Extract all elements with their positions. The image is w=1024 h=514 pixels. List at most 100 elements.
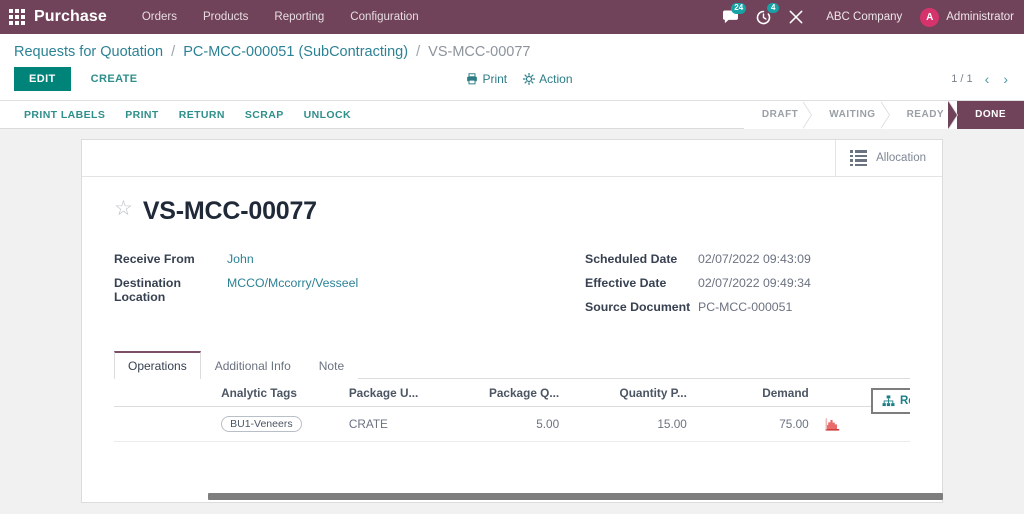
field-label-receive-from: Receive From [114,252,227,266]
status-stage-done[interactable]: DONE [957,101,1024,129]
page-title: VS-MCC-00077 [143,197,317,226]
field-label-destination-location: Destination Location [114,276,227,304]
menu-item-configuration[interactable]: Configuration [337,5,431,29]
column-analytic-account[interactable]: nalytic A... [114,379,213,407]
column-demand[interactable]: Demand [695,379,817,407]
cell-quantity-packed[interactable]: 15.00 [567,407,695,442]
breadcrumb-parent[interactable]: PC-MCC-000051 (SubContracting) [183,44,408,60]
cell-package-quantity[interactable]: 5.00 [451,407,567,442]
activities-badge: 4 [767,3,779,14]
cell-demand[interactable]: 75.00 [695,407,817,442]
field-destination-location: Destination Location MCCO/Mccorry/Vessee… [114,276,512,304]
unlock-button[interactable]: UNLOCK [294,105,361,125]
top-navbar: Purchase Orders Products Reporting Confi… [0,0,1024,34]
return-button[interactable]: RETURN [169,105,235,125]
action-dropdown[interactable]: Action [523,72,572,86]
cell-forecast[interactable] [817,407,856,442]
gear-icon [523,73,535,85]
messages-badge: 24 [731,3,746,14]
field-scheduled-date: Scheduled Date 02/07/2022 09:43:09 [585,252,910,266]
form-fields: Receive From John Destination Location M… [114,252,910,324]
notebook: Operations Additional Info Note nalytic … [114,350,910,442]
cell-analytic-account[interactable]: U1 - CSUS [114,407,213,442]
field-value-effective-date: 02/07/2022 09:49:34 [698,276,811,290]
field-label-effective-date: Effective Date [585,276,698,290]
analytic-tag-pill: BU1-Veneers [221,416,301,432]
cell-analytic-tags[interactable]: BU1-Veneers [213,407,341,442]
pager: 1 / 1 ‹ › [951,71,1010,87]
tab-additional-info[interactable]: Additional Info [201,351,305,379]
edit-button[interactable]: EDIT [14,67,71,91]
print-dropdown[interactable]: Print [466,72,507,86]
field-value-destination-location[interactable]: MCCO/Mccorry/Vesseel [227,276,358,304]
user-menu[interactable]: A Administrator [916,8,1014,27]
column-package-unit[interactable]: Package U... [341,379,451,407]
sheet-body: ☆ VS-MCC-00077 Receive From John Destina… [82,177,942,502]
debug-tools-icon[interactable] [780,10,812,24]
menu-item-reporting[interactable]: Reporting [261,5,337,29]
pager-next-button[interactable]: › [1001,71,1010,87]
app-brand-purchase[interactable]: Purchase [34,8,107,26]
breadcrumb-current: VS-MCC-00077 [428,44,530,60]
control-panel-dropdowns: Print Action [466,72,572,86]
form-left-column: Receive From John Destination Location M… [114,252,512,324]
messages-icon[interactable]: 24 [714,10,747,24]
forecast-chart-icon [825,418,840,431]
notebook-tabs: Operations Additional Info Note [114,350,910,379]
control-panel-buttons: EDIT CREATE Print Action 1 / 1 ‹ [0,67,1024,100]
breadcrumb-root[interactable]: Requests for Quotation [14,44,163,60]
field-receive-from: Receive From John [114,252,512,266]
table-row[interactable]: U1 - CSUS BU1-Veneers CRATE 5.00 15.00 7… [114,407,910,442]
horizontal-scrollbar-track[interactable] [146,490,878,502]
register-components-button[interactable]: Register components for subcontracted pr… [871,388,910,414]
stat-button-label: Allocation [876,152,926,164]
breadcrumb-separator-1: / [171,44,175,60]
field-label-source-document: Source Document [585,300,698,314]
form-right-column: Scheduled Date 02/07/2022 09:43:09 Effec… [512,252,910,324]
pager-previous-button[interactable]: ‹ [983,71,992,87]
stat-button-allocation[interactable]: Allocation [835,140,942,176]
print-label: Print [482,72,507,86]
column-forecast [817,379,856,407]
main-menu: Orders Products Reporting Configuration [129,5,432,29]
column-quantity-packed[interactable]: Quantity P... [567,379,695,407]
horizontal-scrollbar-thumb[interactable] [208,493,943,500]
register-components-label: Register components for subcontracted pr… [900,395,910,407]
print-button[interactable]: PRINT [115,105,169,125]
form-sheet: Allocation ☆ VS-MCC-00077 Receive From J… [81,139,943,503]
form-area: Allocation ☆ VS-MCC-00077 Receive From J… [0,129,1024,514]
status-stage-draft[interactable]: DRAFT [744,101,811,129]
printer-icon [466,73,478,85]
record-title-row: ☆ VS-MCC-00077 [114,197,910,226]
field-value-scheduled-date: 02/07/2022 09:43:09 [698,252,811,266]
company-switcher[interactable]: ABC Company [812,11,916,23]
activities-clock-icon[interactable]: 4 [747,10,780,25]
apps-grid-icon[interactable] [6,6,28,28]
cell-package-unit[interactable]: CRATE [341,407,451,442]
status-stage-waiting[interactable]: WAITING [811,101,888,129]
status-stage-ready[interactable]: READY [889,101,958,129]
field-effective-date: Effective Date 02/07/2022 09:49:34 [585,276,910,290]
action-statusbar-row: PRINT LABELS PRINT RETURN SCRAP UNLOCK D… [0,101,1024,129]
hierarchy-icon [882,395,895,407]
stat-buttons-box: Allocation [82,140,942,177]
navbar-right: 24 4 ABC Company A Administrator [714,8,1014,27]
create-button[interactable]: CREATE [77,67,152,91]
field-source-document: Source Document PC-MCC-000051 [585,300,910,314]
table-header-row: nalytic A... Analytic Tags Package U... … [114,379,910,407]
avatar: A [920,8,939,27]
field-label-scheduled-date: Scheduled Date [585,252,698,266]
tab-note[interactable]: Note [305,351,358,379]
column-analytic-tags[interactable]: Analytic Tags [213,379,341,407]
list-icon [850,150,867,166]
field-value-receive-from[interactable]: John [227,252,254,266]
operations-table-wrapper: nalytic A... Analytic Tags Package U... … [114,379,910,442]
menu-item-orders[interactable]: Orders [129,5,190,29]
menu-item-products[interactable]: Products [190,5,261,29]
print-labels-button[interactable]: PRINT LABELS [14,105,115,125]
tab-operations[interactable]: Operations [114,351,201,379]
column-package-quantity[interactable]: Package Q... [451,379,567,407]
star-outline-icon[interactable]: ☆ [114,198,133,219]
scrap-button[interactable]: SCRAP [235,105,294,125]
user-name-label: Administrator [946,11,1014,23]
